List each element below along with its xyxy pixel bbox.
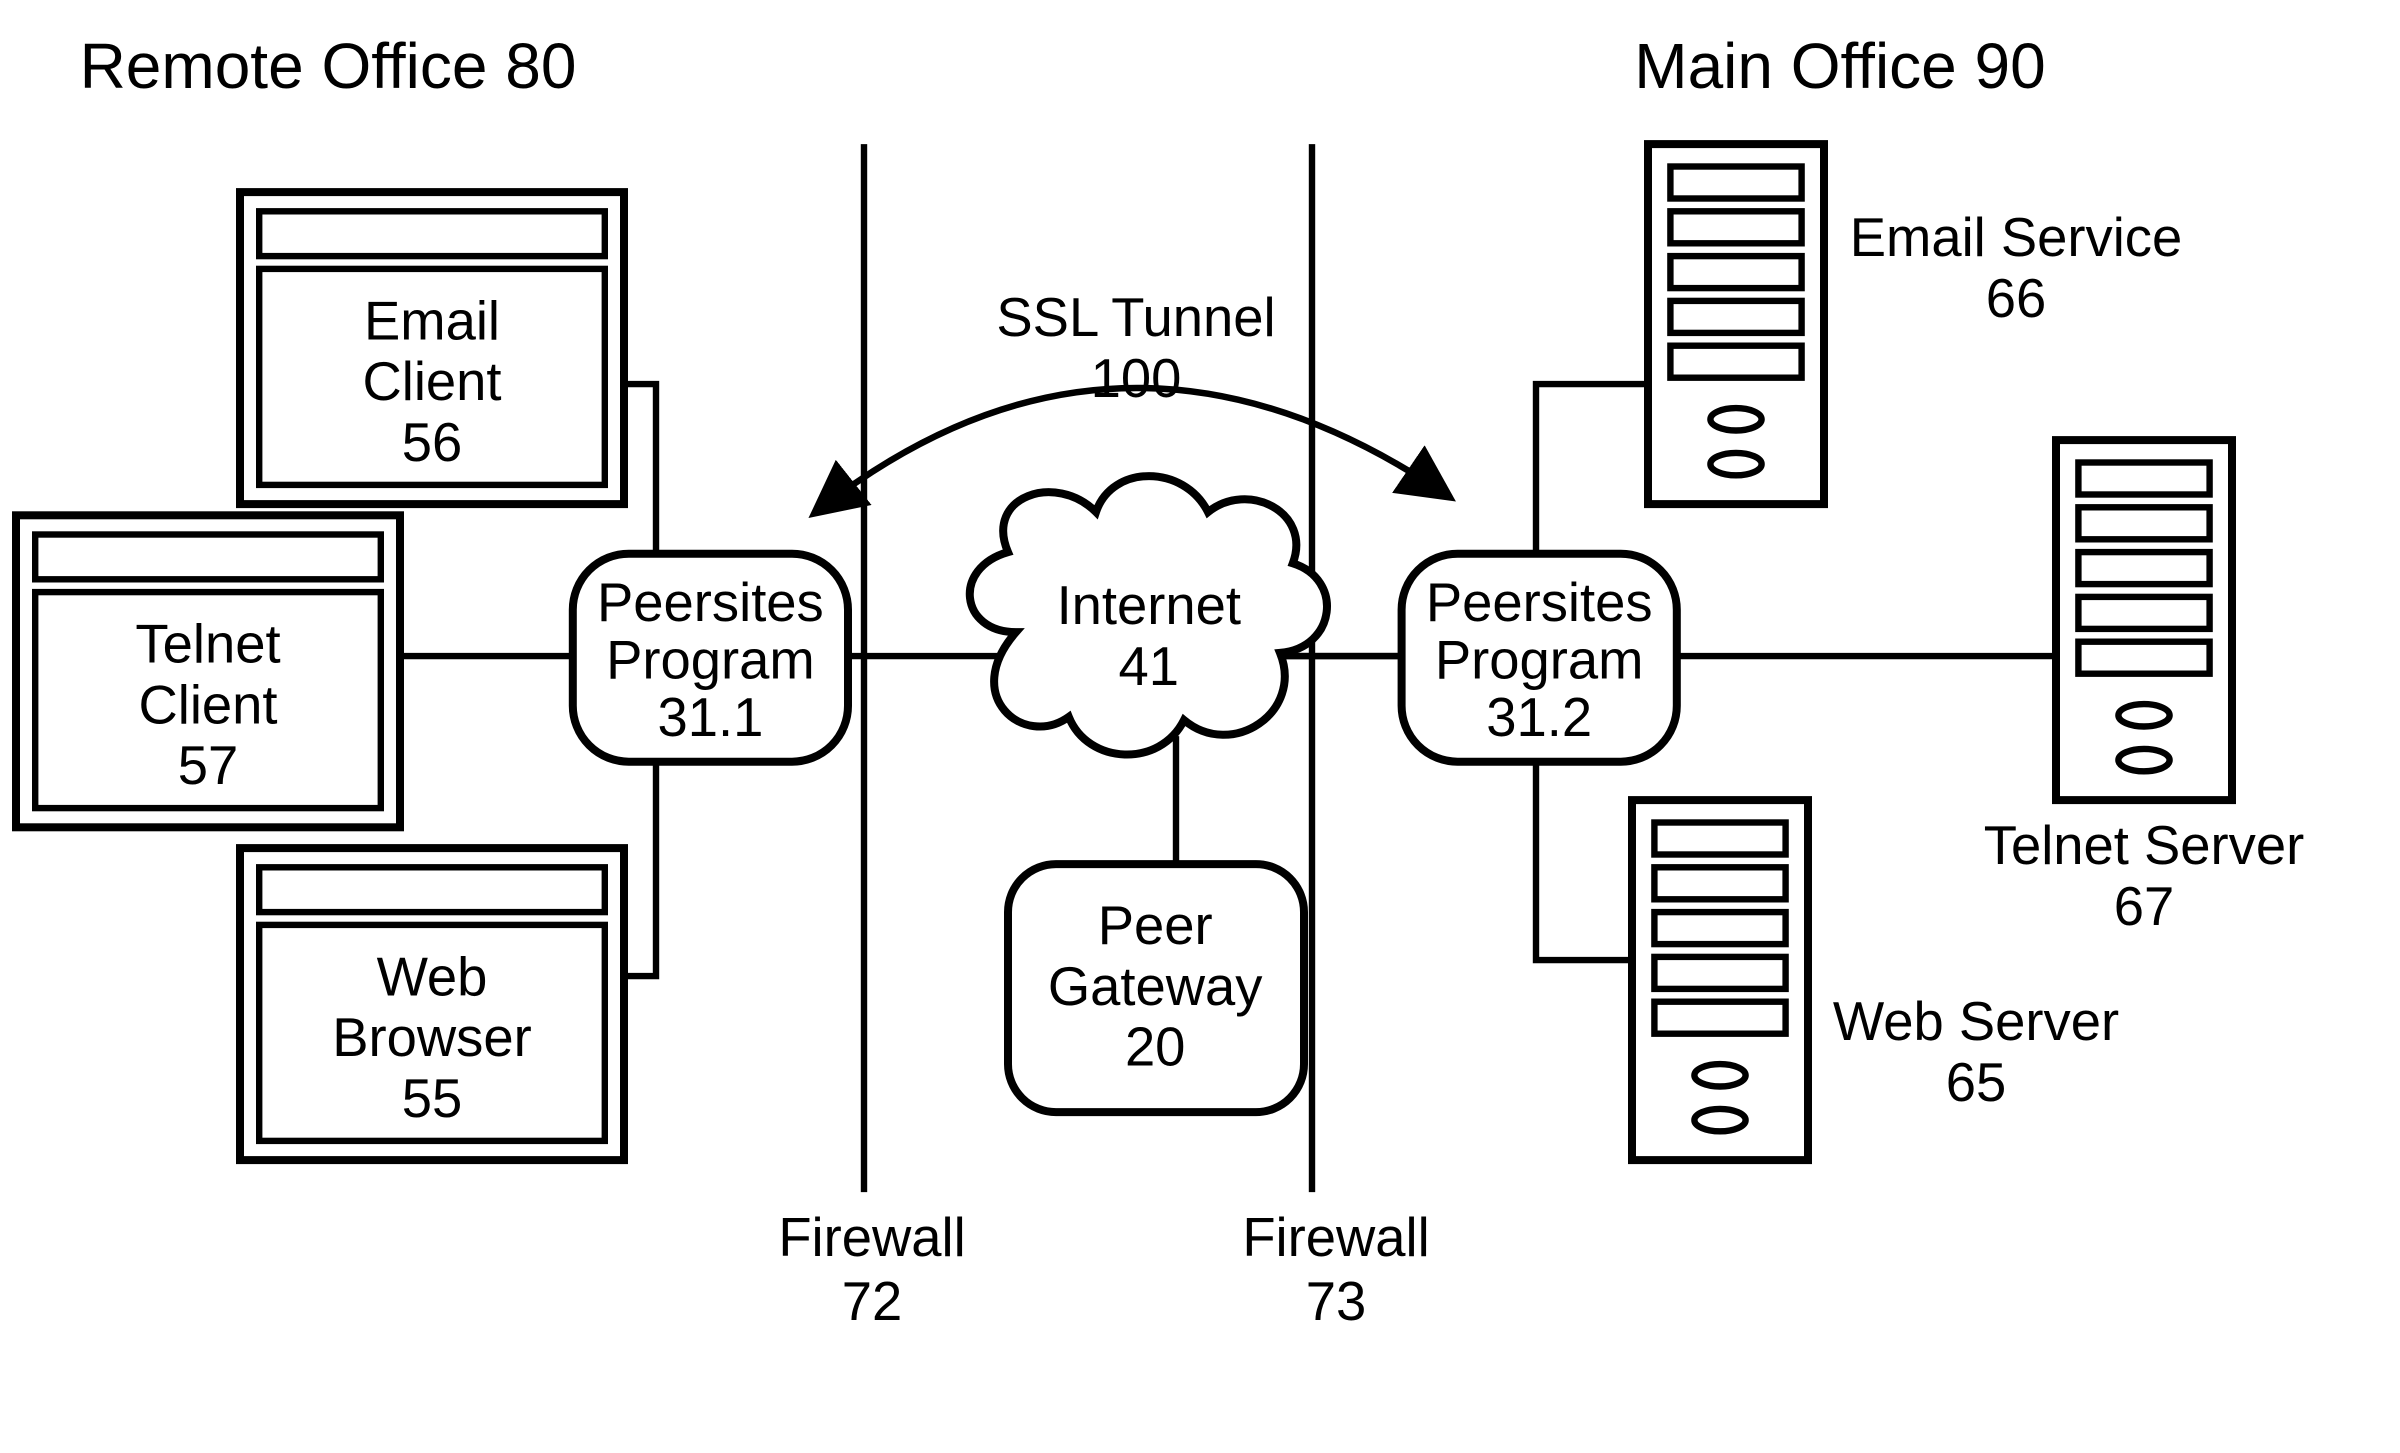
svg-text:66: 66 — [1986, 268, 2047, 329]
svg-text:Firewall: Firewall — [1242, 1207, 1429, 1268]
email-client-window: Email Client 56 — [240, 192, 624, 504]
svg-text:56: 56 — [402, 412, 463, 473]
svg-text:Client: Client — [362, 351, 501, 412]
svg-text:SSL Tunnel: SSL Tunnel — [996, 287, 1275, 348]
svg-text:Internet: Internet — [1057, 575, 1241, 636]
main-office-title: Main Office 90 — [1634, 30, 2045, 102]
svg-text:Email Service: Email Service — [1850, 207, 2182, 268]
svg-text:Program: Program — [1435, 630, 1644, 691]
svg-text:Peersites: Peersites — [597, 572, 824, 633]
svg-text:Web: Web — [377, 946, 488, 1007]
network-diagram: Remote Office 80 Main Office 90 Firewall… — [0, 0, 2400, 1453]
svg-text:Telnet: Telnet — [135, 614, 280, 675]
svg-text:20: 20 — [1125, 1017, 1186, 1078]
web-browser-window: Web Browser 55 — [240, 848, 624, 1160]
svg-text:Peer: Peer — [1098, 895, 1213, 956]
internet-cloud: Internet 41 — [970, 476, 1327, 754]
svg-text:Peersites: Peersites — [1426, 572, 1653, 633]
svg-text:Remote Office 80: Remote Office 80 — [80, 30, 577, 102]
svg-text:Gateway: Gateway — [1048, 956, 1263, 1017]
svg-text:Telnet Server: Telnet Server — [1984, 815, 2304, 876]
svg-text:Browser: Browser — [332, 1007, 531, 1068]
svg-text:100: 100 — [1091, 348, 1182, 409]
svg-text:73: 73 — [1306, 1271, 1367, 1332]
svg-text:65: 65 — [1946, 1052, 2007, 1113]
peersites-program-left: Peersites Program 31.1 — [573, 554, 848, 762]
svg-text:67: 67 — [2114, 876, 2175, 937]
svg-text:Client: Client — [138, 674, 277, 735]
server-tower-icon — [2056, 440, 2232, 800]
svg-text:Email: Email — [364, 290, 500, 351]
telnet-client-window: Telnet Client 57 — [16, 515, 400, 827]
svg-text:31.2: 31.2 — [1486, 687, 1592, 748]
server-tower-icon — [1632, 800, 1808, 1160]
telnet-server: Telnet Server 67 — [1984, 440, 2304, 937]
svg-text:55: 55 — [402, 1068, 463, 1129]
server-tower-icon — [1648, 144, 1824, 504]
svg-text:Main Office 90: Main Office 90 — [1634, 30, 2045, 102]
peer-gateway: Peer Gateway 20 — [1008, 864, 1304, 1112]
svg-text:57: 57 — [178, 735, 239, 796]
svg-text:31.1: 31.1 — [657, 687, 763, 748]
remote-office-title: Remote Office 80 — [80, 30, 577, 102]
peersites-program-right: Peersites Program 31.2 — [1402, 554, 1677, 762]
svg-text:Program: Program — [606, 630, 815, 691]
svg-text:72: 72 — [842, 1271, 903, 1332]
svg-text:41: 41 — [1119, 636, 1180, 697]
svg-text:Web Server: Web Server — [1833, 991, 2119, 1052]
svg-text:Firewall: Firewall — [778, 1207, 965, 1268]
